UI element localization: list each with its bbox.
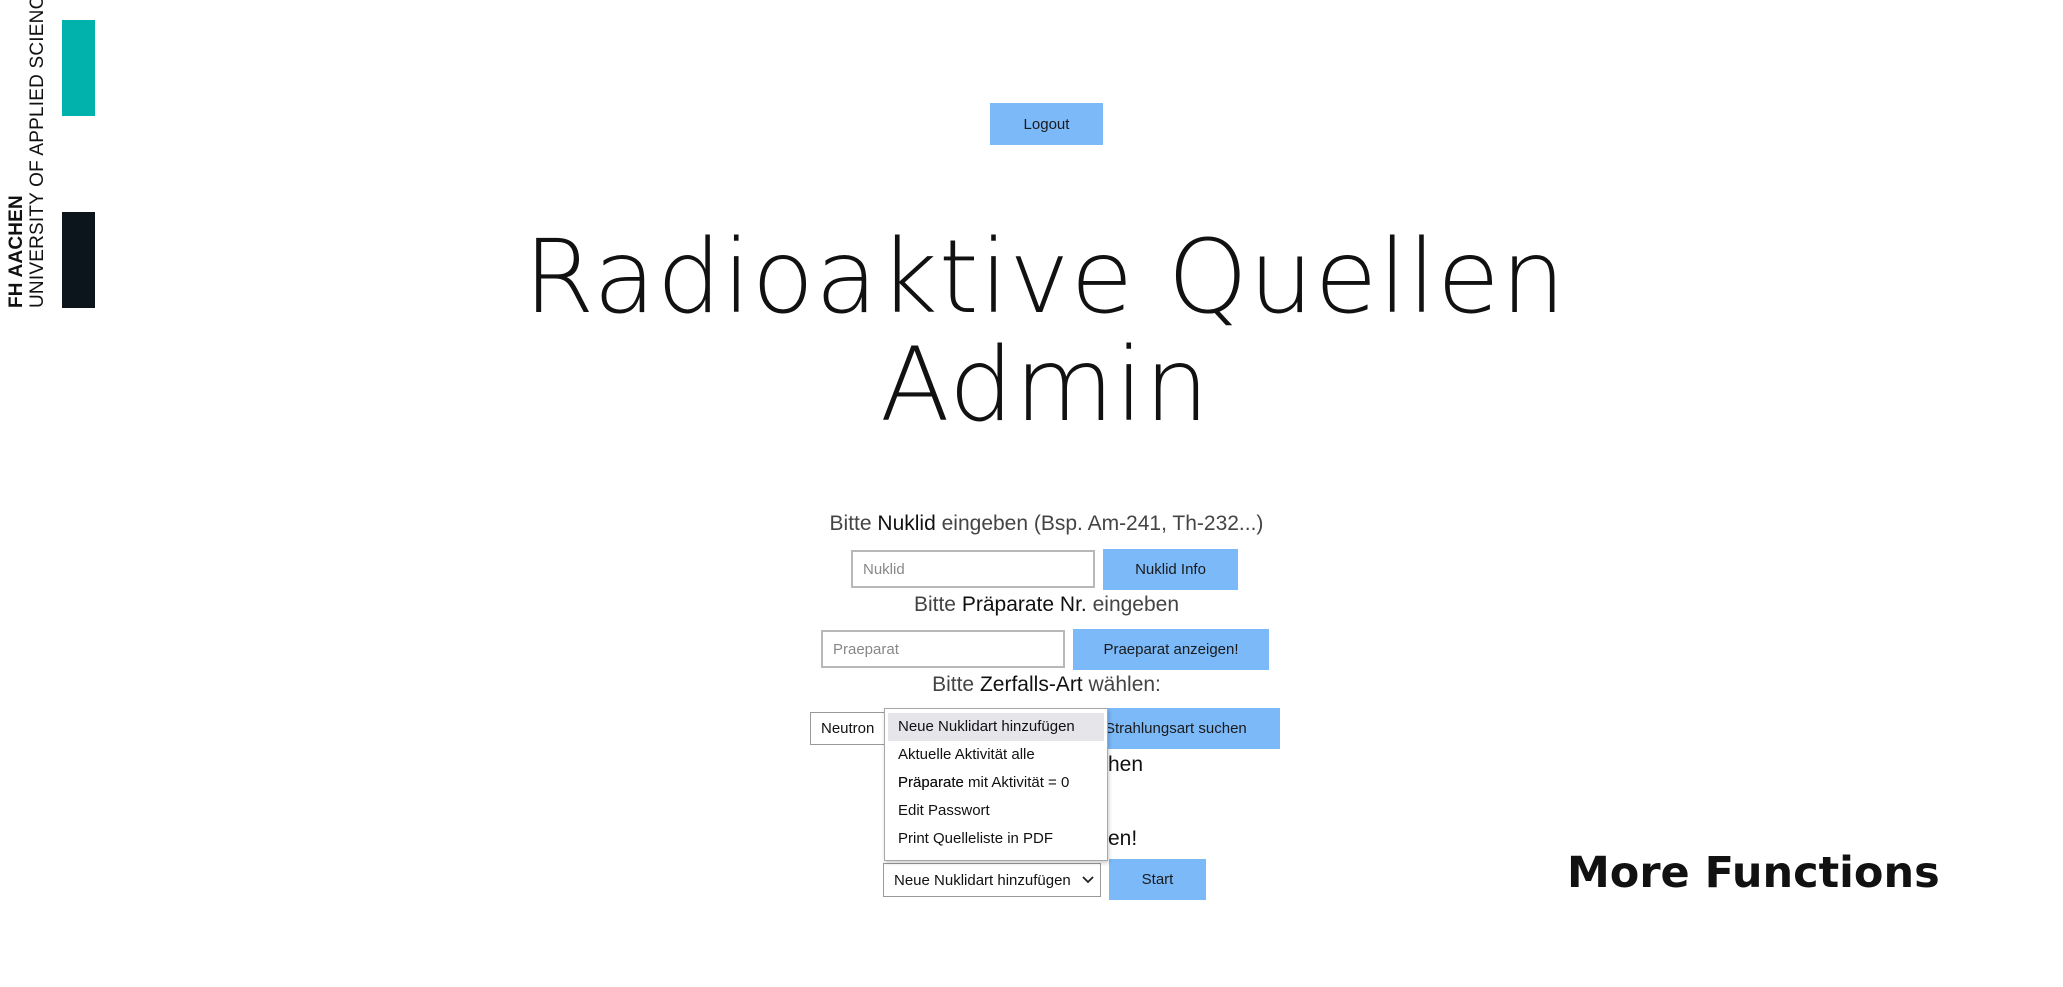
dropdown-option[interactable]: Neue Nuklidart hinzufügen	[888, 713, 1104, 741]
functions-selected: Neue Nuklidart hinzufügen	[894, 871, 1071, 889]
hidden-prompt-fragment-1: hen	[1108, 753, 1144, 776]
dropdown-option[interactable]: Präparate mit Aktivität = 0	[888, 769, 1104, 797]
more-functions-heading: More Functions	[1567, 848, 1940, 898]
zerfall-select[interactable]: Neutron	[810, 712, 890, 745]
praeparat-anzeigen-button[interactable]: Praeparat anzeigen!	[1073, 629, 1269, 670]
dropdown-option[interactable]: Edit Passwort	[888, 797, 1104, 825]
nuklid-input[interactable]: Nuklid	[851, 550, 1095, 588]
strahlungsart-suchen-button[interactable]: Strahlungsart suchen	[1100, 708, 1280, 749]
nuklid-placeholder: Nuklid	[863, 560, 905, 578]
page-title-line2: Admin	[879, 326, 1211, 445]
hidden-prompt-fragment-2: en!	[1108, 827, 1138, 850]
functions-dropdown-list: Neue Nuklidart hinzufügen Aktuelle Aktiv…	[884, 708, 1108, 861]
start-button[interactable]: Start	[1109, 859, 1206, 900]
logout-button[interactable]: Logout	[990, 103, 1103, 145]
praeparat-placeholder: Praeparat	[833, 640, 899, 658]
dropdown-option[interactable]: Aktuelle Aktivität alle Präparate	[888, 741, 1104, 791]
nuklid-info-button[interactable]: Nuklid Info	[1103, 549, 1238, 590]
nuklid-prompt: Bitte Nuklid eingeben (Bsp. Am-241, Th-2…	[829, 512, 1264, 535]
page-title-line1: Radioaktive Quellen	[523, 218, 1567, 337]
zerfall-prompt: Bitte Zerfalls-Art wählen:	[932, 673, 1161, 696]
zerfall-selected: Neutron	[821, 720, 875, 737]
logo-bar-teal	[62, 20, 95, 116]
praeparat-input[interactable]: Praeparat	[821, 630, 1065, 668]
dropdown-option[interactable]: Print Quelleliste in PDF	[888, 825, 1104, 853]
chevron-down-icon	[1082, 876, 1094, 884]
praeparat-prompt: Bitte Präparate Nr. eingeben	[913, 593, 1180, 616]
functions-select[interactable]: Neue Nuklidart hinzufügen	[883, 863, 1101, 897]
